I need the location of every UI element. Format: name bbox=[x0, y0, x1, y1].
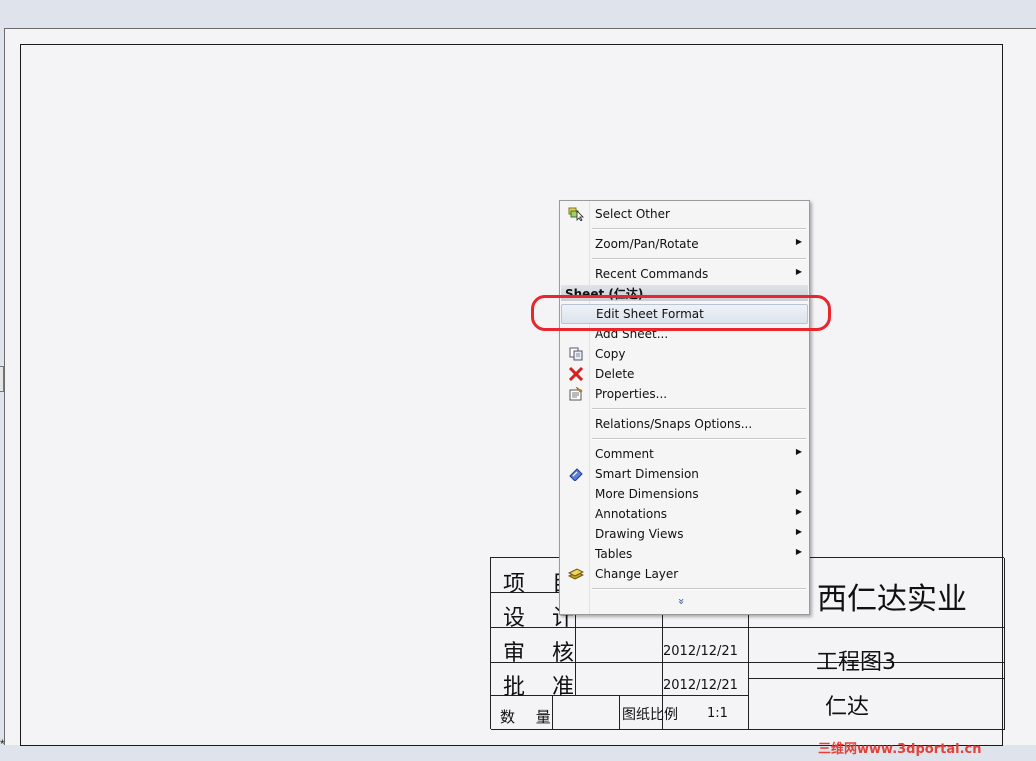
relations-snaps-label: Relations/Snaps Options... bbox=[595, 417, 753, 431]
comment-label: Comment bbox=[595, 447, 654, 461]
submenu-arrow-icon: ▶ bbox=[795, 507, 802, 516]
more-dimensions-label: More Dimensions bbox=[595, 487, 699, 501]
tb-scale-value: 1:1 bbox=[707, 706, 728, 721]
tb-sheet-owner: 仁达 bbox=[825, 695, 870, 720]
submenu-arrow-icon: ▶ bbox=[795, 267, 802, 276]
tb-date-approve: 2012/12/21 bbox=[663, 678, 738, 693]
tb-drawing-name: 工程图3 bbox=[816, 650, 896, 675]
delete-x-icon bbox=[568, 366, 584, 382]
expand-menu-chevron-icon[interactable]: » bbox=[675, 598, 688, 605]
menu-item-properties[interactable]: Properties... bbox=[561, 384, 808, 404]
tables-label: Tables bbox=[595, 547, 633, 561]
menu-item-annotations[interactable]: Annotations ▶ bbox=[561, 504, 808, 524]
drawing-views-label: Drawing Views bbox=[595, 527, 684, 541]
properties-label: Properties... bbox=[595, 387, 668, 401]
menu-item-more-dimensions[interactable]: More Dimensions ▶ bbox=[561, 484, 808, 504]
smart-dimension-icon bbox=[568, 467, 584, 482]
context-menu: Select Other Zoom/Pan/Rotate ▶ Recent Co… bbox=[559, 200, 810, 615]
panel-collapse-handle[interactable] bbox=[0, 366, 4, 392]
tb-date-review: 2012/12/21 bbox=[663, 644, 738, 659]
watermark-text: 三维网www.3dportal.cn bbox=[818, 742, 982, 757]
menu-item-delete[interactable]: Delete bbox=[561, 364, 808, 384]
tb-label-scale: 图纸比例 bbox=[622, 707, 678, 723]
select-other-icon bbox=[568, 207, 584, 222]
menu-item-recent-commands[interactable]: Recent Commands ▶ bbox=[561, 264, 808, 284]
tb-label-approve: 批 准 bbox=[503, 675, 584, 700]
submenu-arrow-icon: ▶ bbox=[795, 547, 802, 556]
menu-item-comment[interactable]: Comment ▶ bbox=[561, 444, 808, 464]
submenu-arrow-icon: ▶ bbox=[795, 237, 802, 246]
menu-item-relations-snaps[interactable]: Relations/Snaps Options... bbox=[561, 414, 808, 434]
highlight-annotation-ring bbox=[531, 295, 831, 331]
smart-dimension-label: Smart Dimension bbox=[595, 467, 699, 481]
menu-item-select-other[interactable]: Select Other bbox=[561, 204, 808, 224]
menu-item-tables[interactable]: Tables ▶ bbox=[561, 544, 808, 564]
zoom-pan-rotate-label: Zoom/Pan/Rotate bbox=[595, 237, 699, 251]
tb-company-name: 西仁达实业 bbox=[817, 582, 967, 617]
copy-icon bbox=[568, 347, 584, 361]
recent-commands-label: Recent Commands bbox=[595, 267, 709, 281]
menu-item-smart-dimension[interactable]: Smart Dimension bbox=[561, 464, 808, 484]
submenu-arrow-icon: ▶ bbox=[795, 527, 802, 536]
menu-item-copy[interactable]: Copy bbox=[561, 344, 808, 364]
menu-item-zoom-pan-rotate[interactable]: Zoom/Pan/Rotate ▶ bbox=[561, 234, 808, 254]
change-layer-icon bbox=[567, 567, 585, 581]
change-layer-label: Change Layer bbox=[595, 567, 679, 581]
submenu-arrow-icon: ▶ bbox=[795, 447, 802, 456]
origin-marker: * bbox=[0, 737, 5, 751]
select-other-label: Select Other bbox=[595, 207, 670, 221]
tb-label-quantity: 数 量 bbox=[500, 708, 559, 726]
copy-label: Copy bbox=[595, 347, 626, 361]
menu-item-drawing-views[interactable]: Drawing Views ▶ bbox=[561, 524, 808, 544]
delete-label: Delete bbox=[595, 367, 635, 381]
tb-label-review: 审 核 bbox=[503, 641, 584, 666]
menu-item-change-layer[interactable]: Change Layer bbox=[561, 564, 808, 584]
properties-icon bbox=[568, 386, 584, 401]
submenu-arrow-icon: ▶ bbox=[795, 487, 802, 496]
annotations-label: Annotations bbox=[595, 507, 668, 521]
